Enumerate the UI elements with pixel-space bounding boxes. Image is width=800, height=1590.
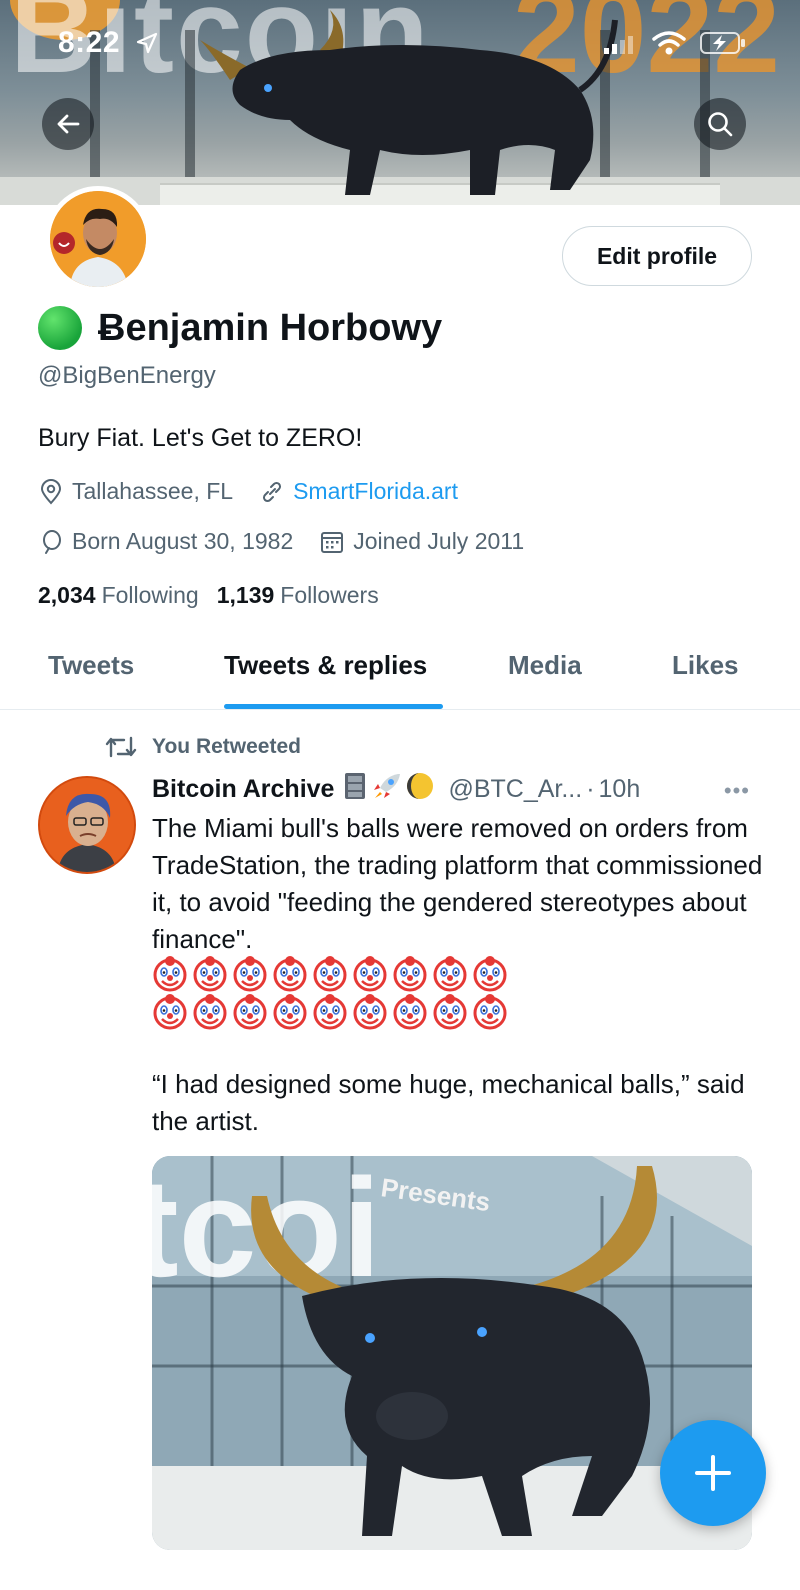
clown-face-icon bbox=[432, 994, 468, 1030]
clown-face-icon bbox=[352, 994, 388, 1030]
bull-statue-photo: tcoi Presents bbox=[152, 1156, 752, 1550]
clown-face-icon bbox=[472, 994, 508, 1030]
followers-label: Followers bbox=[280, 582, 379, 608]
website-item[interactable]: SmartFlorida.art bbox=[259, 478, 458, 505]
clown-face-icon bbox=[312, 956, 348, 992]
tweet-image[interactable]: tcoi Presents bbox=[152, 1156, 752, 1550]
clown-face-icon bbox=[232, 994, 268, 1030]
rocket-icon bbox=[372, 772, 402, 807]
clown-face-icon bbox=[272, 956, 308, 992]
clown-face-icon bbox=[472, 956, 508, 992]
wifi-icon bbox=[652, 31, 686, 55]
clown-face-icon bbox=[312, 994, 348, 1030]
profile-name-row: Ƀenjamin Horbowy bbox=[38, 306, 442, 350]
clown-face-icon bbox=[152, 994, 188, 1030]
clown-face-icon bbox=[152, 956, 188, 992]
link-icon bbox=[263, 481, 282, 502]
followers-count: 1,139 bbox=[216, 582, 275, 608]
file-cabinet-icon bbox=[342, 772, 368, 807]
tweet-body: The Miami bull's balls were removed on o… bbox=[152, 813, 763, 954]
tweet-author-handle[interactable]: @BTC_Ar... bbox=[448, 775, 582, 804]
avatar-photo bbox=[50, 191, 146, 287]
tab-media[interactable]: Media bbox=[508, 650, 582, 681]
tab-tweets[interactable]: Tweets bbox=[48, 650, 134, 681]
profile-bio: Bury Fiat. Let's Get to ZERO! bbox=[38, 424, 363, 452]
status-bar: 8:22 bbox=[0, 0, 800, 90]
clown-face-icon bbox=[232, 956, 268, 992]
green-circle-icon bbox=[38, 306, 82, 350]
search-icon bbox=[708, 112, 733, 137]
joined-item: Joined July 2011 bbox=[319, 528, 524, 555]
clown-face-icon bbox=[392, 994, 428, 1030]
following-label: Following bbox=[101, 582, 199, 608]
tweet-body-quote: “I had designed some huge, mechanical ba… bbox=[152, 1069, 745, 1136]
back-button[interactable] bbox=[42, 98, 94, 150]
author-emojis bbox=[342, 772, 438, 807]
cellular-signal-icon bbox=[604, 36, 633, 54]
arrow-left-icon bbox=[57, 114, 80, 134]
tab-tweets-and-replies[interactable]: Tweets & replies bbox=[224, 650, 427, 681]
battery-charging-icon bbox=[700, 32, 745, 54]
tab-likes[interactable]: Likes bbox=[672, 650, 739, 681]
joined-text: Joined July 2011 bbox=[353, 528, 525, 554]
birthday-text: Born August 30, 1982 bbox=[72, 528, 294, 554]
author-avatar-photo bbox=[40, 778, 134, 872]
location-pin-icon bbox=[40, 478, 62, 504]
followers-link[interactable]: 1,139 Followers bbox=[217, 582, 379, 609]
clown-face-icon bbox=[432, 956, 468, 992]
tweet-author-name[interactable]: Bitcoin Archive bbox=[152, 775, 334, 804]
tweet-author-avatar[interactable] bbox=[38, 776, 136, 874]
clown-face-icon bbox=[192, 956, 228, 992]
following-count: 2,034 bbox=[38, 582, 96, 608]
follow-stats: 2,034 Following 1,139 Followers bbox=[38, 582, 397, 609]
search-button[interactable] bbox=[694, 98, 746, 150]
display-name: Ƀenjamin Horbowy bbox=[98, 306, 443, 349]
moon-icon bbox=[406, 772, 434, 807]
clown-face-icon bbox=[392, 956, 428, 992]
profile-handle: @BigBenEnergy bbox=[38, 362, 216, 389]
profile-meta-row: Tallahassee, FL SmartFlorida.art bbox=[38, 478, 484, 505]
edit-profile-button[interactable]: Edit profile bbox=[562, 226, 752, 286]
retweet-icon bbox=[105, 736, 137, 758]
calendar-icon bbox=[321, 531, 344, 553]
active-tab-indicator bbox=[224, 704, 443, 709]
profile-tabs: Tweets Tweets & replies Media Likes bbox=[0, 630, 800, 710]
location-arrow-icon bbox=[136, 32, 158, 54]
tweet-time: 10h bbox=[598, 775, 641, 803]
clock: 8:22 bbox=[58, 26, 121, 59]
clown-emoji-row bbox=[152, 994, 512, 1030]
compose-tweet-button[interactable] bbox=[660, 1420, 766, 1526]
following-link[interactable]: 2,034 Following bbox=[38, 582, 199, 609]
retweet-context: You Retweeted bbox=[104, 734, 301, 760]
more-options-icon[interactable]: ••• bbox=[724, 778, 750, 804]
profile-avatar[interactable] bbox=[45, 186, 151, 292]
plus-icon bbox=[695, 1455, 731, 1491]
location-item: Tallahassee, FL bbox=[38, 478, 233, 505]
clown-face-icon bbox=[192, 994, 228, 1030]
location-text: Tallahassee, FL bbox=[72, 478, 234, 504]
separator-dot: · bbox=[586, 775, 595, 803]
profile-dates-row: Born August 30, 1982 Joined July 2011 bbox=[38, 528, 550, 555]
clown-face-icon bbox=[352, 956, 388, 992]
website-link[interactable]: SmartFlorida.art bbox=[293, 478, 458, 505]
clown-face-icon bbox=[272, 994, 308, 1030]
tweet-header: Bitcoin Archive @BTC_Ar... · 10h ••• bbox=[152, 772, 762, 807]
clown-emoji-row bbox=[152, 956, 512, 992]
birthday-item: Born August 30, 1982 bbox=[38, 528, 293, 555]
balloon-icon bbox=[43, 529, 61, 554]
retweet-label: You Retweeted bbox=[152, 735, 301, 758]
